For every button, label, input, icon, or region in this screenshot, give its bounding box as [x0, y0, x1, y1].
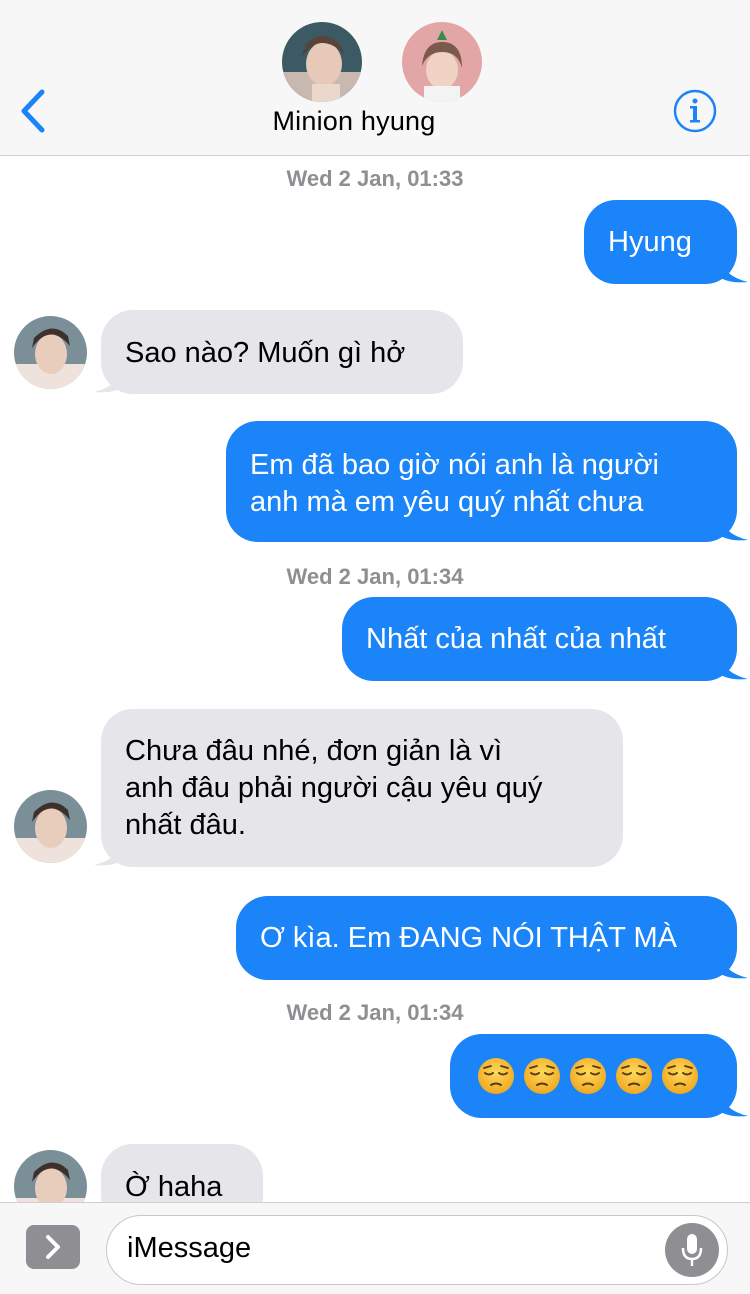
incoming-bubble-tail — [94, 364, 124, 393]
contact-avatar-1[interactable] — [282, 22, 362, 102]
pensive-face-emoji — [616, 1058, 652, 1094]
chevron-right-icon — [46, 1235, 60, 1259]
message-input-bar: iMessage — [0, 1202, 750, 1294]
outgoing-bubble-tail — [718, 254, 748, 283]
message-text-line: Em đã bao giờ nói anh là người — [250, 449, 659, 481]
message-text-line: anh đâu phải người cậu yêu quý — [125, 772, 543, 804]
pensive-face-emoji — [662, 1058, 698, 1094]
timestamp: Wed 2 Jan, 01:34 — [0, 1000, 750, 1026]
microphone-icon — [681, 1234, 703, 1266]
info-icon — [673, 89, 717, 133]
outgoing-bubble-tail — [718, 651, 748, 680]
incoming-message[interactable]: Sao nào? Muốn gì hở — [101, 310, 463, 394]
message-text-line: anh mà em yêu quý nhất chưa — [250, 486, 644, 518]
outgoing-emoji-message[interactable] — [450, 1034, 737, 1118]
outgoing-bubble-tail — [718, 950, 748, 979]
message-text-line: nhất đâu. — [125, 809, 246, 841]
message-input[interactable]: iMessage — [106, 1215, 728, 1285]
contact-avatar-2[interactable] — [402, 22, 482, 102]
outgoing-message[interactable]: Hyung — [584, 200, 737, 284]
message-text: Hyung — [608, 226, 692, 258]
timestamp-time: 01:34 — [407, 1000, 464, 1025]
timestamp-time: 01:33 — [407, 166, 464, 191]
contact-name[interactable]: Minion hyung — [0, 106, 708, 137]
info-button[interactable] — [672, 88, 718, 134]
sender-avatar[interactable] — [14, 790, 87, 863]
outgoing-bubble-tail — [718, 512, 748, 541]
message-input-placeholder: iMessage — [127, 1232, 252, 1264]
outgoing-message[interactable]: Nhất của nhất của nhất — [342, 597, 737, 681]
message-text: Ờ haha — [125, 1171, 223, 1203]
message-text: Nhất của nhất của nhất — [366, 623, 666, 655]
message-text: Ơ kìa. Em ĐANG NÓI THẬT MÀ — [260, 922, 677, 954]
outgoing-bubble-tail — [718, 1088, 748, 1117]
timestamp-day: Wed 2 Jan, — [286, 166, 402, 191]
incoming-message[interactable]: Chưa đâu nhé, đơn giản là vì anh đâu phả… — [101, 709, 623, 867]
timestamp: Wed 2 Jan, 01:33 — [0, 166, 750, 192]
sender-avatar[interactable] — [14, 316, 87, 389]
timestamp: Wed 2 Jan, 01:34 — [0, 564, 750, 590]
outgoing-message[interactable]: Ơ kìa. Em ĐANG NÓI THẬT MÀ — [236, 896, 737, 980]
timestamp-day: Wed 2 Jan, — [286, 1000, 402, 1025]
outgoing-message[interactable]: Em đã bao giờ nói anh là người anh mà em… — [226, 421, 737, 542]
pensive-face-emoji — [570, 1058, 606, 1094]
timestamp-time: 01:34 — [407, 564, 464, 589]
timestamp-day: Wed 2 Jan, — [286, 564, 402, 589]
pensive-face-emoji — [524, 1058, 560, 1094]
incoming-bubble-tail — [94, 837, 124, 866]
message-text: Sao nào? Muốn gì hở — [125, 337, 406, 369]
apps-button[interactable] — [26, 1225, 80, 1269]
dictation-button[interactable] — [665, 1223, 719, 1277]
pensive-face-emoji — [478, 1058, 514, 1094]
message-text-line: Chưa đâu nhé, đơn giản là vì — [125, 735, 503, 767]
conversation-header: Minion hyung — [0, 0, 750, 156]
